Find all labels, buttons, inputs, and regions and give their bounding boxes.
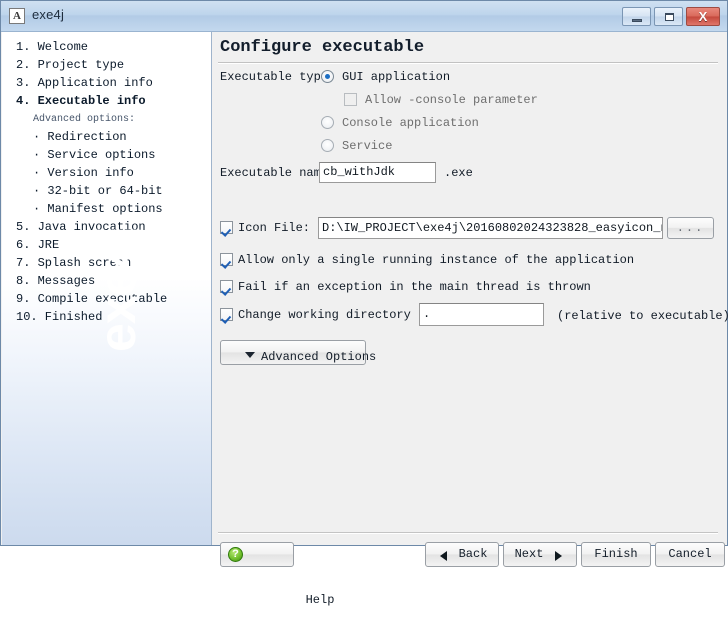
checkbox-single-instance-label: Allow only a single running instance of … xyxy=(238,253,635,267)
radio-console-application-label: Console application xyxy=(342,116,479,130)
radio-gui-application-label: GUI application xyxy=(342,70,451,84)
sidebar-item-messages[interactable]: 8. Messages xyxy=(16,274,95,288)
advanced-options-label: Advanced Options xyxy=(261,350,377,364)
maximize-button[interactable] xyxy=(654,7,683,26)
minimize-button[interactable] xyxy=(622,7,651,26)
checkbox-fail-on-exception[interactable] xyxy=(220,280,233,293)
radio-service[interactable] xyxy=(321,139,334,152)
sidebar-item-executable-info[interactable]: 4. Executable info xyxy=(16,94,146,108)
sidebar-item-jre[interactable]: 6. JRE xyxy=(16,238,59,252)
checkbox-change-working-directory-label: Change working directory to: xyxy=(238,308,440,322)
working-directory-input[interactable]: . xyxy=(419,303,544,326)
radio-console-application[interactable] xyxy=(321,116,334,129)
exe4j-app-icon: A xyxy=(9,8,25,24)
exe4j-window: A exe4j X 1. Welcome 2. Project type 3. … xyxy=(0,0,728,607)
icon-file-input[interactable]: D:\IW_PROJECT\exe4j\20160802024323828_ea… xyxy=(318,217,663,239)
chevron-down-icon xyxy=(245,352,255,358)
wizard-steps-sidebar: 1. Welcome 2. Project type 3. Applicatio… xyxy=(2,32,212,545)
exe4j-watermark: exe4j xyxy=(89,226,147,352)
checkbox-single-instance[interactable] xyxy=(220,253,233,266)
footer-divider xyxy=(218,532,718,534)
executable-name-input[interactable]: cb_withJdk xyxy=(319,162,436,183)
icon-file-label: Icon File: xyxy=(238,221,311,235)
checkbox-fail-on-exception-label: Fail if an exception in the main thread … xyxy=(238,280,591,294)
checkbox-change-working-directory[interactable] xyxy=(220,308,233,321)
checkbox-allow-console-parameter-label: Allow -console parameter xyxy=(365,93,538,107)
sidebar-item-project-type[interactable]: 2. Project type xyxy=(16,58,124,72)
checkbox-allow-console-parameter[interactable] xyxy=(344,93,357,106)
close-button[interactable]: X xyxy=(686,7,720,26)
sidebar-item-welcome[interactable]: 1. Welcome xyxy=(16,40,88,54)
help-question-icon: ? xyxy=(228,547,243,562)
sidebar-advanced-options-header: Advanced options: xyxy=(33,114,136,125)
checkbox-icon-file[interactable] xyxy=(220,221,233,234)
arrow-left-icon xyxy=(440,551,447,561)
back-button-label: Back xyxy=(458,547,488,561)
close-icon: X xyxy=(698,9,708,24)
browse-icon-file-button[interactable]: ... xyxy=(667,217,714,239)
maximize-icon xyxy=(665,13,674,21)
sidebar-item-redirection[interactable]: · Redirection xyxy=(33,130,127,144)
title-bar: A exe4j X xyxy=(1,1,727,32)
advanced-options-button[interactable]: Advanced Options xyxy=(220,340,376,365)
minimize-icon xyxy=(632,19,642,22)
working-directory-hint: (relative to executable) xyxy=(557,309,728,323)
executable-name-label: Executable name: xyxy=(220,166,336,180)
sidebar-item-application-info[interactable]: 3. Application info xyxy=(16,76,153,90)
next-button-label: Next xyxy=(514,547,544,561)
sidebar-item-service-options[interactable]: · Service options xyxy=(33,148,155,162)
executable-type-label: Executable type: xyxy=(220,70,336,84)
title-divider xyxy=(218,62,718,64)
window-title: exe4j xyxy=(32,7,65,22)
page-title: Configure executable xyxy=(220,38,425,57)
radio-service-label: Service xyxy=(342,139,393,153)
radio-gui-application[interactable] xyxy=(321,70,334,83)
configure-executable-panel: Configure executable Executable type: GU… xyxy=(213,32,728,607)
arrow-right-icon xyxy=(555,551,562,561)
window-body: 1. Welcome 2. Project type 3. Applicatio… xyxy=(2,32,728,607)
help-button-label: Help xyxy=(305,593,335,607)
executable-extension-label: .exe xyxy=(444,166,473,180)
